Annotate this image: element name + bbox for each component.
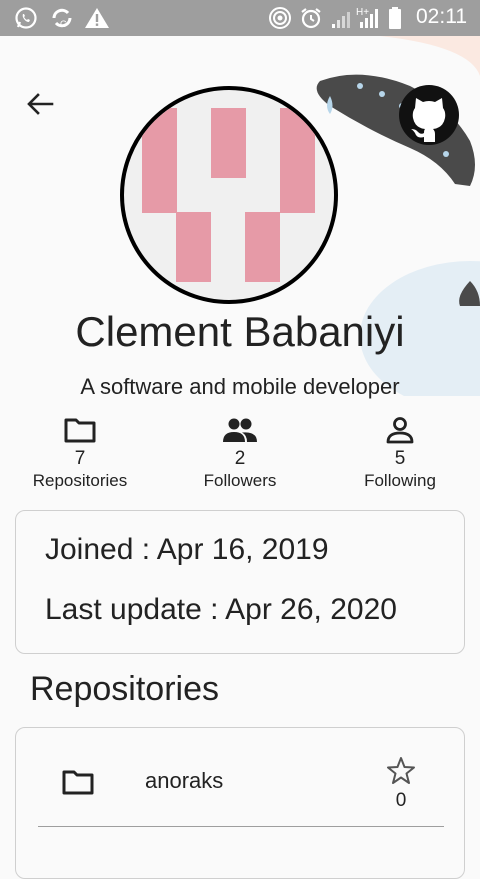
avatar-block [280,108,315,213]
repository-name: anoraks [145,768,224,793]
avatar-block [211,108,246,178]
stat-label: Repositories [32,471,128,490]
alarm-icon [301,8,321,29]
warning-icon [85,8,109,28]
avatar [120,86,338,304]
status-bar: G H+ 02:11 [0,0,480,36]
sync-data-icon: G [52,8,72,29]
stat-label: Following [364,471,436,490]
stat-followers[interactable]: 2 Followers [160,416,320,491]
avatar-block [142,108,177,213]
repository-list: anoraks 0 [15,727,465,879]
joined-date: Joined : Apr 16, 2019 [45,533,329,566]
back-button[interactable] [22,86,58,122]
info-card: Joined : Apr 16, 2019 Last update : Apr … [15,510,465,654]
stat-repositories[interactable]: 7 Repositories [0,416,160,491]
battery-icon [389,7,401,29]
stat-following[interactable]: 5 Following [320,416,480,491]
stat-value: 2 [234,448,246,469]
mobile-data-signal-icon: H+ [356,7,378,28]
stat-label: Followers [203,471,277,490]
last-update-date: Last update : Apr 26, 2020 [45,593,397,626]
stat-value: 5 [394,448,406,469]
status-time: 02:11 [416,5,467,28]
star-outline-icon[interactable] [386,756,416,786]
signal-icon [332,12,350,28]
hotspot-icon [269,7,291,29]
repositories-heading: Repositories [30,670,219,708]
profile-name: Clement Babaniyi [75,308,405,355]
stat-value: 7 [74,448,86,469]
avatar-block [176,212,211,282]
person-icon [386,417,414,444]
folder-icon [64,418,96,443]
profile-bio: A software and mobile developer [80,374,400,399]
divider [38,826,444,827]
svg-text:G: G [60,19,67,29]
folder-icon [62,770,94,795]
people-icon [223,418,257,442]
star-count: 0 [395,790,407,811]
github-icon[interactable] [398,84,460,146]
avatar-block [245,212,280,282]
svg-text:H+: H+ [356,7,369,18]
whatsapp-icon [15,7,37,29]
